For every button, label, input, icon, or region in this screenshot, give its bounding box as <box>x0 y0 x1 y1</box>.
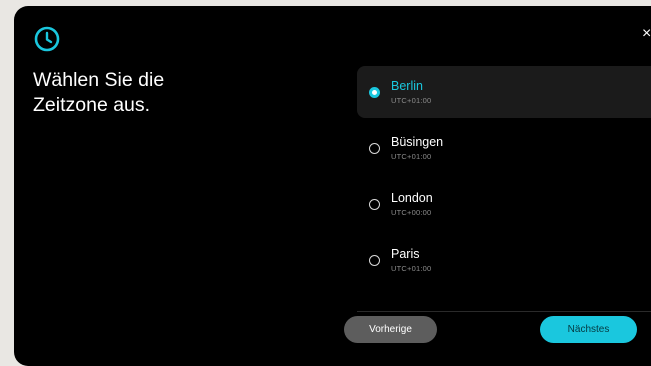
close-icon[interactable]: × <box>642 26 651 42</box>
timezone-offset: UTC+01:00 <box>391 96 432 105</box>
timezone-option-london[interactable]: London UTC+00:00 <box>357 178 651 230</box>
title-line-2: Zeitzone aus. <box>33 94 151 116</box>
timezone-city: London <box>391 191 433 205</box>
footer-divider <box>357 311 651 312</box>
timezone-option-busingen[interactable]: Büsingen UTC+01:00 <box>357 122 651 174</box>
timezone-offset: UTC+00:00 <box>391 208 432 217</box>
timezone-city: Paris <box>391 247 420 261</box>
timezone-option-paris[interactable]: Paris UTC+01:00 <box>357 234 651 286</box>
dialog-screen: Wählen Sie die Zeitzone aus. × Berlin UT… <box>14 6 651 366</box>
timezone-list: Berlin UTC+01:00 Büsingen UTC+01:00 Lond… <box>357 66 651 290</box>
radio-selected-icon <box>369 87 380 98</box>
next-button[interactable]: Nächstes <box>540 316 637 343</box>
timezone-city: Berlin <box>391 79 423 93</box>
timezone-offset: UTC+01:00 <box>391 152 432 161</box>
title-line-1: Wählen Sie die <box>33 69 165 91</box>
timezone-city: Büsingen <box>391 135 444 149</box>
radio-unselected-icon <box>369 199 380 210</box>
page-title: Wählen Sie die Zeitzone aus. <box>33 68 253 118</box>
timezone-option-berlin[interactable]: Berlin UTC+01:00 <box>357 66 651 118</box>
timezone-offset: UTC+01:00 <box>391 264 432 273</box>
radio-unselected-icon <box>369 255 380 266</box>
clock-icon <box>34 26 60 52</box>
radio-unselected-icon <box>369 143 380 154</box>
previous-button[interactable]: Vorherige <box>344 316 437 343</box>
